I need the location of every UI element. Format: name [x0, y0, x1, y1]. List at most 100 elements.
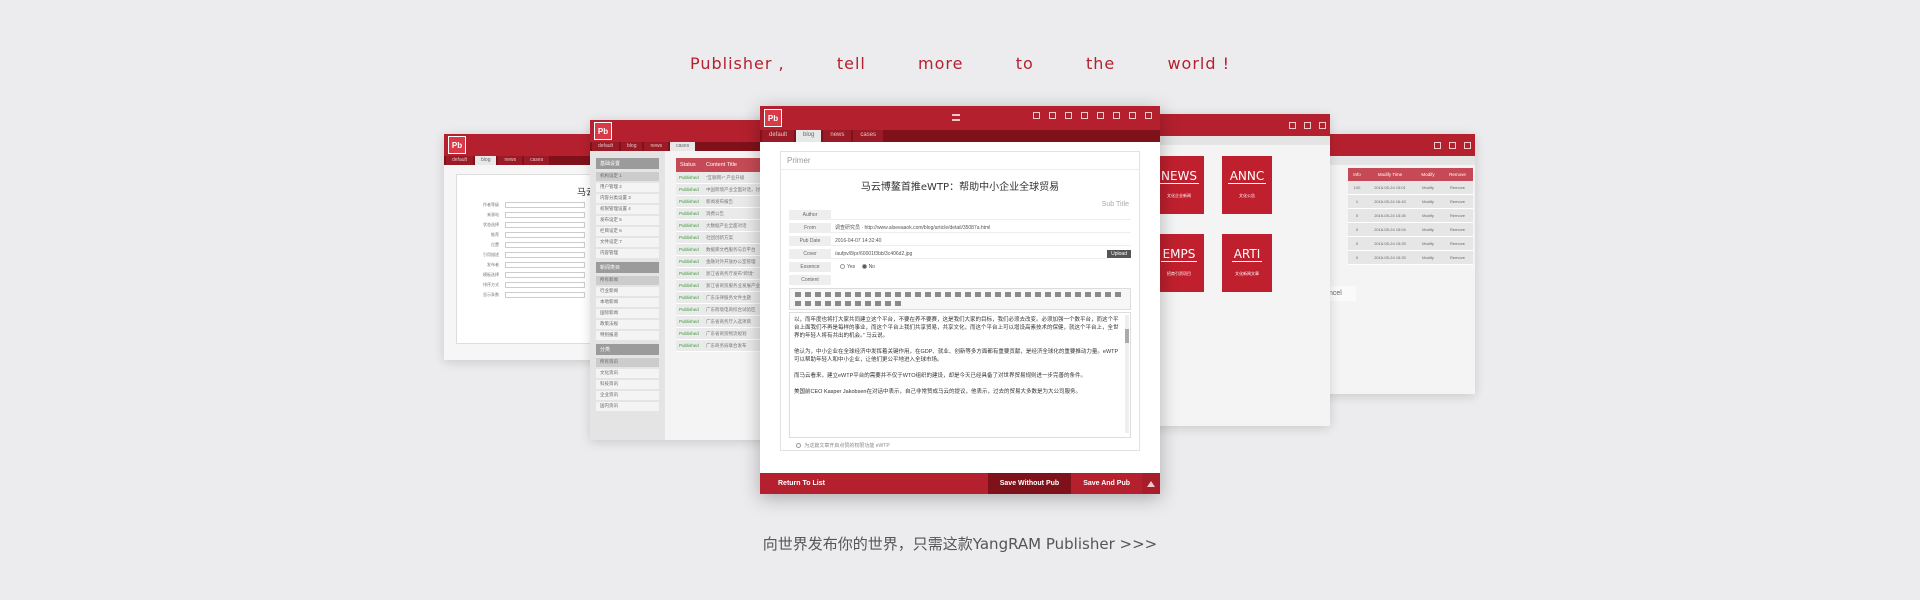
format-icon[interactable] [1025, 292, 1031, 297]
sidebar-item[interactable]: 国内资讯 [596, 402, 659, 411]
form-input[interactable] [505, 212, 585, 218]
format-icon[interactable] [935, 292, 941, 297]
publisher-link[interactable]: 向世界发布你的世界，只需这款YangRAM Publisher >>> [0, 533, 1920, 554]
save-without-pub-button[interactable]: Save Without Pub [987, 473, 1072, 494]
modify-link[interactable]: Modify [1414, 199, 1442, 204]
sidebar-item[interactable]: 本地新闻 [596, 298, 659, 307]
save-icon[interactable] [1033, 112, 1040, 119]
format-icon[interactable] [855, 292, 861, 297]
format-icon[interactable] [825, 301, 831, 306]
author-input[interactable] [831, 210, 1131, 220]
sidebar-group-head[interactable]: 分类 [596, 344, 659, 355]
sidebar-item[interactable]: 所有新闻 [596, 276, 659, 285]
return-to-list-button[interactable]: Return To List [760, 480, 988, 487]
format-icon[interactable] [1045, 292, 1051, 297]
format-icon[interactable] [1085, 292, 1091, 297]
form-input[interactable] [505, 272, 585, 278]
tab-cases[interactable]: cases [853, 130, 884, 142]
format-icon[interactable] [835, 292, 841, 297]
category-tile[interactable]: NEWS 文化企业新闻 [1154, 156, 1204, 214]
format-icon[interactable] [795, 292, 801, 297]
format-icon[interactable] [1055, 292, 1061, 297]
sidebar-item[interactable]: 特别报道 [596, 331, 659, 340]
format-icon[interactable] [945, 292, 951, 297]
modify-link[interactable]: Modify [1414, 227, 1442, 232]
sidebar-item[interactable]: 行业新闻 [596, 287, 659, 296]
tool-icon[interactable] [1289, 121, 1296, 129]
tab-news[interactable]: news [644, 142, 669, 151]
subtitle-field[interactable]: Sub Title [781, 201, 1139, 208]
article-title[interactable]: 马云博鳌首推eWTP：帮助中小企业全球贸易 [781, 178, 1139, 193]
format-icon[interactable] [895, 301, 901, 306]
format-icon[interactable] [875, 301, 881, 306]
essence-yes-radio[interactable] [840, 264, 845, 270]
option-checkbox[interactable] [796, 443, 801, 449]
format-icon[interactable] [1065, 292, 1071, 297]
book-icon[interactable] [1449, 141, 1456, 149]
pub-date-input[interactable]: 2016-04-07 14:32:40 [831, 236, 1131, 246]
sidebar-item[interactable]: 文化资讯 [596, 369, 659, 378]
editor-scrollbar[interactable] [1125, 315, 1129, 433]
sidebar-item[interactable]: 国际新闻 [596, 309, 659, 318]
sidebar-item[interactable]: 用户管理 2 [596, 183, 659, 192]
format-icon[interactable] [845, 292, 851, 297]
modify-link[interactable]: Modify [1414, 255, 1442, 260]
save-and-pub-button[interactable]: Save And Pub [1071, 473, 1142, 494]
modify-link[interactable]: Modify [1414, 185, 1442, 190]
format-icon[interactable] [795, 301, 801, 306]
menu-icon[interactable] [952, 114, 960, 121]
format-icon[interactable] [835, 301, 841, 306]
format-icon[interactable] [895, 292, 901, 297]
format-icon[interactable] [1105, 292, 1111, 297]
format-icon[interactable] [975, 292, 981, 297]
format-icon[interactable] [955, 292, 961, 297]
category-tile[interactable]: ANNC 文化公告 [1222, 156, 1272, 214]
sidebar-item[interactable]: 文件设定 7 [596, 238, 659, 247]
modify-link[interactable]: Modify [1414, 213, 1442, 218]
sidebar-item[interactable]: 内容管理 [596, 249, 659, 258]
pin-icon[interactable] [1129, 112, 1136, 119]
tab-news[interactable]: news [823, 130, 852, 142]
monitor-icon[interactable] [1065, 112, 1072, 119]
format-icon[interactable] [885, 292, 891, 297]
tab-default[interactable]: default [762, 130, 795, 142]
sidebar-item[interactable]: 栏目设定 6 [596, 227, 659, 236]
format-icon[interactable] [885, 301, 891, 306]
tab-blog[interactable]: blog [475, 156, 497, 165]
form-input[interactable] [505, 222, 585, 228]
form-input[interactable] [505, 262, 585, 268]
sidebar-item[interactable]: 科技资讯 [596, 380, 659, 389]
format-icon[interactable] [1115, 292, 1121, 297]
tab-default[interactable]: default [592, 142, 620, 151]
tab-blog[interactable]: blog [796, 130, 822, 142]
category-tile[interactable]: ARTI 文化新闻文章 [1222, 234, 1272, 292]
format-icon[interactable] [905, 292, 911, 297]
sidebar-item[interactable]: 内容分类设置 3 [596, 194, 659, 203]
upload-button[interactable]: Upload [1107, 250, 1131, 258]
list-icon[interactable] [1097, 112, 1104, 119]
format-icon[interactable] [865, 301, 871, 306]
remove-link[interactable]: Remove [1442, 199, 1473, 204]
form-input[interactable] [505, 232, 585, 238]
edit-icon[interactable] [1434, 141, 1441, 149]
settings-icon[interactable] [1145, 112, 1152, 119]
form-input[interactable] [505, 282, 585, 288]
share-icon[interactable] [1113, 112, 1120, 119]
form-input[interactable] [505, 242, 585, 248]
settings-icon[interactable] [1464, 141, 1471, 149]
form-input[interactable] [505, 292, 585, 298]
tool-icon[interactable] [1304, 121, 1311, 129]
format-icon[interactable] [1075, 292, 1081, 297]
format-icon[interactable] [925, 292, 931, 297]
sidebar-item[interactable]: 所有资讯 [596, 358, 659, 367]
remove-link[interactable]: Remove [1442, 241, 1473, 246]
sidebar-item[interactable]: 企业资讯 [596, 391, 659, 400]
sidebar-item[interactable]: 政策法规 [596, 320, 659, 329]
tab-default[interactable]: default [446, 156, 474, 165]
calendar-icon[interactable] [1081, 112, 1088, 119]
cover-input[interactable]: /aufpv/8/pr/60001f3bb/3c406d2.jpg [831, 249, 1108, 259]
form-input[interactable] [505, 202, 585, 208]
category-tile[interactable]: EMPS 招商引资项目 [1154, 234, 1204, 292]
format-icon[interactable] [845, 301, 851, 306]
remove-link[interactable]: Remove [1442, 255, 1473, 260]
